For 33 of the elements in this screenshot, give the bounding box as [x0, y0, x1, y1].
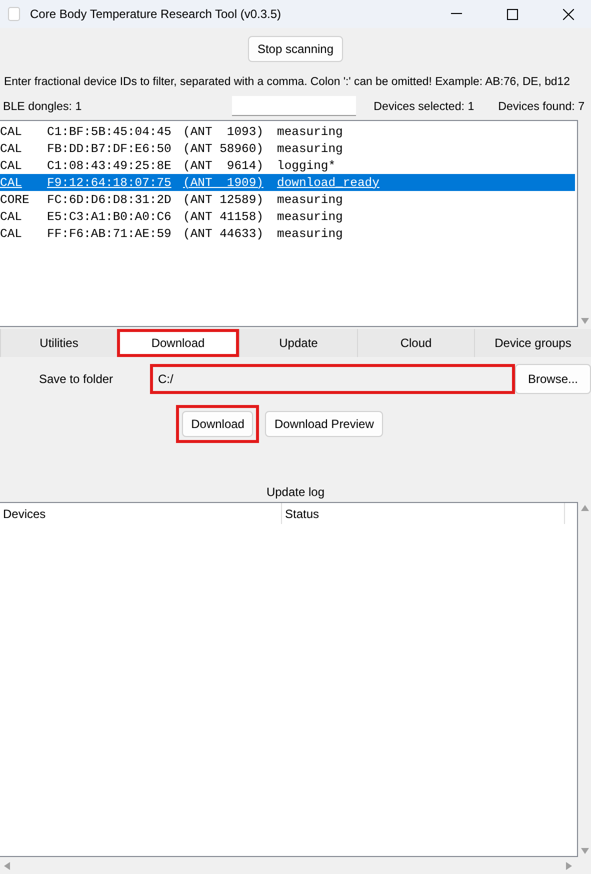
- column-header[interactable]: Status: [282, 503, 565, 524]
- device-row[interactable]: CAL C1:08:43:49:25:8E (ANT 9614) logging*: [0, 157, 575, 174]
- device-row[interactable]: CAL F9:12:64:18:07:75 (ANT 1909) download_ready: [0, 174, 575, 191]
- stop-scanning-button[interactable]: Stop scanning: [248, 36, 343, 62]
- tab[interactable]: Download: [117, 329, 239, 357]
- folder-label: Save to folder: [38, 372, 114, 386]
- dongle-count: BLE dongles: 1: [3, 100, 82, 112]
- update-log-title: Update log: [265, 485, 326, 499]
- folder-field[interactable]: C:/: [150, 364, 515, 394]
- column-header[interactable]: Devices: [0, 503, 282, 524]
- selected-count: Devices selected: 1: [374, 100, 474, 112]
- device-row[interactable]: CAL E5:C3:A1:B0:A0:C6 (ANT 41158) measuring: [0, 208, 575, 225]
- scroll-down-icon[interactable]: [580, 847, 588, 855]
- tab[interactable]: Utilities: [0, 329, 117, 357]
- window-title: Core Body Temperature Research Tool (v0.3.5): [30, 7, 282, 21]
- scroll-down-icon[interactable]: [580, 317, 588, 325]
- filter-hint: Enter fractional device IDs to filter, separated with a comma. Colon ':' can be omitted! Example: AB:76, DE, bd12: [3, 75, 571, 88]
- scroll-right-icon[interactable]: [565, 862, 573, 870]
- filter-field[interactable]: [232, 96, 356, 116]
- scroll-left-icon[interactable]: [3, 862, 11, 870]
- tab[interactable]: Cloud: [357, 329, 474, 357]
- device-row[interactable]: CAL FF:F6:AB:71:AE:59 (ANT 44633) measuring: [0, 225, 575, 242]
- app-icon: [8, 7, 20, 21]
- found-count: Devices found: 7: [498, 100, 585, 112]
- device-row[interactable]: CAL C1:BF:5B:45:04:45 (ANT 1093) measuring: [0, 123, 575, 140]
- download-button[interactable]: Download: [182, 411, 254, 437]
- device-row[interactable]: CORE FC:6D:D6:D8:31:2D (ANT 12589) measuring: [0, 191, 575, 208]
- device-row[interactable]: CAL FB:DD:B7:DF:E6:50 (ANT 58960) measuring: [0, 140, 575, 157]
- scroll-up-icon[interactable]: [580, 504, 588, 512]
- tab[interactable]: Device groups: [474, 329, 591, 357]
- tab[interactable]: Update: [239, 329, 357, 357]
- download-button[interactable]: Download Preview: [265, 411, 383, 437]
- browse-button[interactable]: Browse...: [515, 364, 591, 394]
